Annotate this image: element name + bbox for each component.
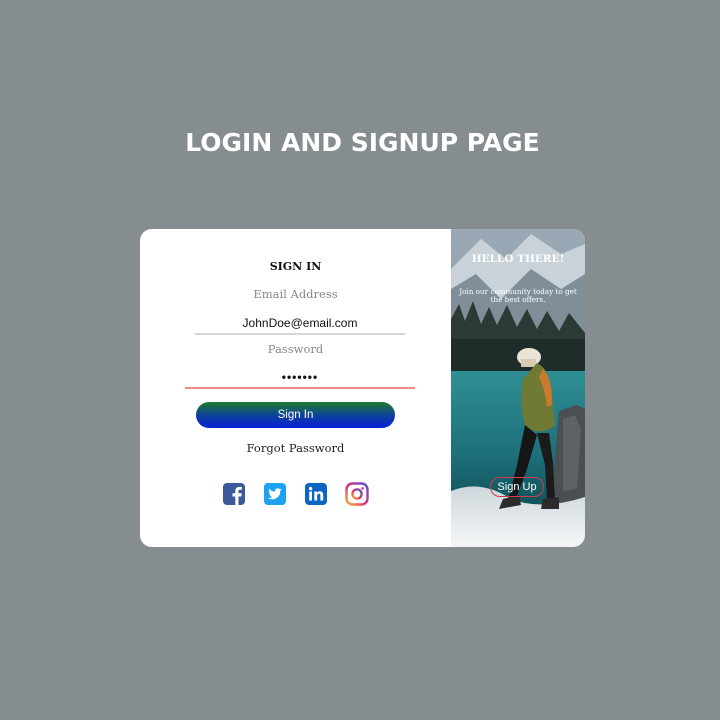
forgot-password-link[interactable]: Forgot Password	[140, 441, 451, 455]
signin-form: SIGN IN Email Address Password ••••••• S…	[140, 229, 451, 547]
signin-heading: SIGN IN	[269, 260, 322, 273]
signup-button[interactable]: Sign Up	[490, 477, 544, 497]
twitter-icon[interactable]	[263, 482, 287, 506]
page-title: LOGIN AND SIGNUP PAGE	[185, 128, 540, 157]
signin-button[interactable]: Sign In	[196, 402, 395, 428]
facebook-icon[interactable]	[222, 482, 246, 506]
password-field[interactable]: •••••••	[185, 367, 415, 389]
social-links	[222, 482, 370, 506]
email-label: Email Address	[253, 287, 338, 301]
signup-panel: HELLO THERE! Join our community today to…	[451, 229, 585, 547]
instagram-icon[interactable]	[345, 482, 369, 506]
email-field[interactable]	[195, 313, 405, 335]
auth-card: SIGN IN Email Address Password ••••••• S…	[140, 229, 585, 547]
signup-message: Join our community today to get the best…	[459, 287, 577, 304]
signup-heading: HELLO THERE!	[471, 253, 565, 265]
password-label: Password	[267, 342, 324, 356]
linkedin-icon[interactable]	[304, 482, 328, 506]
mountain-lake-photo	[451, 229, 585, 547]
